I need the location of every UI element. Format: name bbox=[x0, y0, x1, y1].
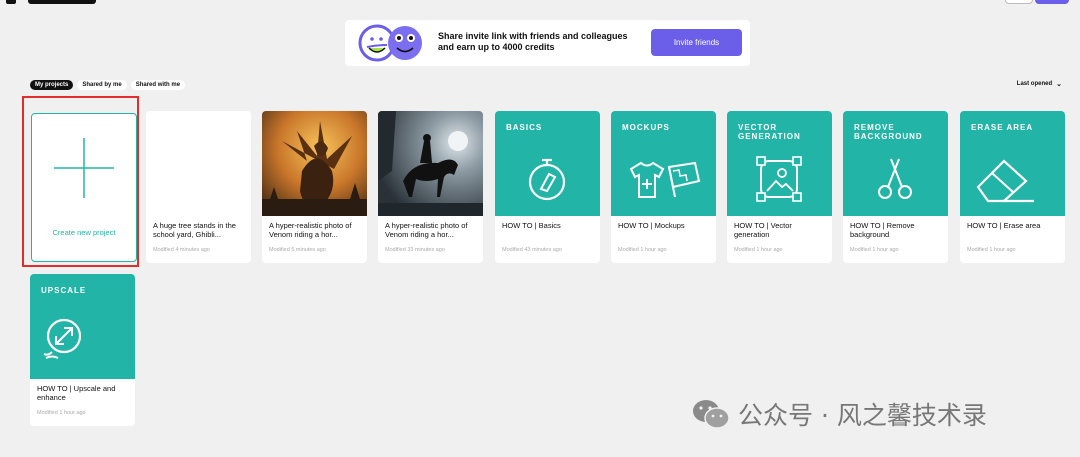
create-new-project-card[interactable]: Create new project bbox=[31, 113, 137, 262]
thumbnail-label: REMOVE BACKGROUND bbox=[854, 123, 923, 141]
project-modified: Modified 1 hour ago bbox=[37, 410, 86, 416]
rider-image bbox=[378, 111, 483, 216]
project-card[interactable]: A hyper-realistic photo of Venom riding … bbox=[262, 111, 367, 263]
project-title: A hyper-realistic photo of Venom riding … bbox=[269, 221, 352, 239]
thumbnail-label: UPSCALE bbox=[41, 286, 87, 295]
plus-icon bbox=[54, 138, 114, 198]
topbar-primary-button[interactable] bbox=[1035, 0, 1069, 4]
topbar-secondary-button[interactable] bbox=[1005, 0, 1033, 4]
project-card[interactable]: ERASE AREA HOW TO | Erase area Modified … bbox=[960, 111, 1065, 263]
top-bar bbox=[0, 0, 1080, 6]
vector-image-icon bbox=[756, 156, 802, 202]
smiley-faces-icon bbox=[358, 24, 422, 62]
project-thumbnail: UPSCALE bbox=[30, 274, 135, 379]
project-thumbnail: MOCKUPS bbox=[611, 111, 716, 216]
tab-shared-with-me[interactable]: Shared with me bbox=[130, 80, 186, 90]
tab-shared-by-me[interactable]: Shared by me bbox=[77, 80, 127, 90]
project-card[interactable]: A hyper-realistic photo of Venom riding … bbox=[378, 111, 483, 263]
scissors-icon bbox=[878, 158, 912, 199]
selection-highlight: Create new project bbox=[22, 96, 139, 267]
tab-my-projects[interactable]: My projects bbox=[30, 80, 74, 90]
eraser-icon bbox=[976, 159, 1034, 203]
project-tabs: My projects Shared by me Shared with me bbox=[30, 80, 186, 90]
sort-label: Last opened bbox=[1016, 81, 1053, 87]
project-card[interactable]: REMOVE BACKGROUND HOW TO | Remove backgr… bbox=[843, 111, 948, 263]
project-thumbnail: ERASE AREA bbox=[960, 111, 1065, 216]
invite-banner: Share invite link with friends and colle… bbox=[345, 20, 750, 66]
chevron-down-icon: ⌄ bbox=[1056, 81, 1062, 88]
project-card[interactable]: MOCKUPS HOW TO | Mockups Modified 1 hour… bbox=[611, 111, 716, 263]
thumbnail-label: ERASE AREA bbox=[971, 123, 1034, 132]
create-new-project-label: Create new project bbox=[52, 228, 116, 237]
invite-friends-button[interactable]: Invite friends bbox=[651, 29, 742, 56]
tshirt-flag-icon bbox=[629, 161, 701, 198]
thumbnail-label: BASICS bbox=[506, 123, 543, 132]
project-modified: Modified 1 hour ago bbox=[734, 247, 783, 253]
project-card[interactable]: VECTOR GENERATION HOW TO | Vector genera… bbox=[727, 111, 832, 263]
thumbnail-label: VECTOR GENERATION bbox=[738, 123, 801, 141]
project-modified: Modified 33 minutes ago bbox=[385, 247, 445, 253]
project-title: A huge tree stands in the school yard, G… bbox=[153, 221, 236, 239]
project-modified: Modified 4 minutes ago bbox=[153, 247, 210, 253]
project-card[interactable]: UPSCALE HOW TO | Upscale and enhance Mod… bbox=[30, 274, 135, 426]
project-thumbnail: BASICS bbox=[495, 111, 600, 216]
project-title: HOW TO | Basics bbox=[502, 221, 561, 230]
stopwatch-icon bbox=[528, 158, 566, 201]
project-title: HOW TO | Remove background bbox=[850, 221, 915, 239]
project-title: HOW TO | Mockups bbox=[618, 221, 685, 230]
upscale-icon bbox=[43, 318, 82, 359]
project-title: HOW TO | Vector generation bbox=[734, 221, 792, 239]
logo-icon[interactable] bbox=[6, 0, 16, 4]
project-title: A hyper-realistic photo of Venom riding … bbox=[385, 221, 468, 239]
project-thumbnail: VECTOR GENERATION bbox=[727, 111, 832, 216]
project-modified: Modified 5 minutes ago bbox=[269, 247, 326, 253]
project-card[interactable]: A huge tree stands in the school yard, G… bbox=[146, 111, 251, 263]
project-title: HOW TO | Upscale and enhance bbox=[37, 384, 116, 402]
project-title: HOW TO | Erase area bbox=[967, 221, 1041, 230]
project-modified: Modified 1 hour ago bbox=[618, 247, 667, 253]
sort-dropdown[interactable]: Last opened ⌄ bbox=[1017, 80, 1062, 88]
project-modified: Modified 1 hour ago bbox=[850, 247, 899, 253]
wechat-icon bbox=[693, 400, 730, 429]
dragon-image bbox=[262, 111, 367, 216]
project-thumbnail bbox=[146, 111, 251, 216]
watermark-text: 公众号 · 风之馨技术录 bbox=[738, 401, 987, 430]
project-modified: Modified 43 minutes ago bbox=[502, 247, 562, 253]
logo-wordmark[interactable] bbox=[28, 0, 96, 4]
invite-message: Share invite link with friends and colle… bbox=[438, 31, 628, 52]
watermark: 公众号 · 风之馨技术录 bbox=[692, 396, 1072, 432]
project-thumbnail: REMOVE BACKGROUND bbox=[843, 111, 948, 216]
project-card[interactable]: BASICS HOW TO | Basics Modified 43 minut… bbox=[495, 111, 600, 263]
project-modified: Modified 1 hour ago bbox=[967, 247, 1016, 253]
thumbnail-label: MOCKUPS bbox=[622, 123, 670, 132]
